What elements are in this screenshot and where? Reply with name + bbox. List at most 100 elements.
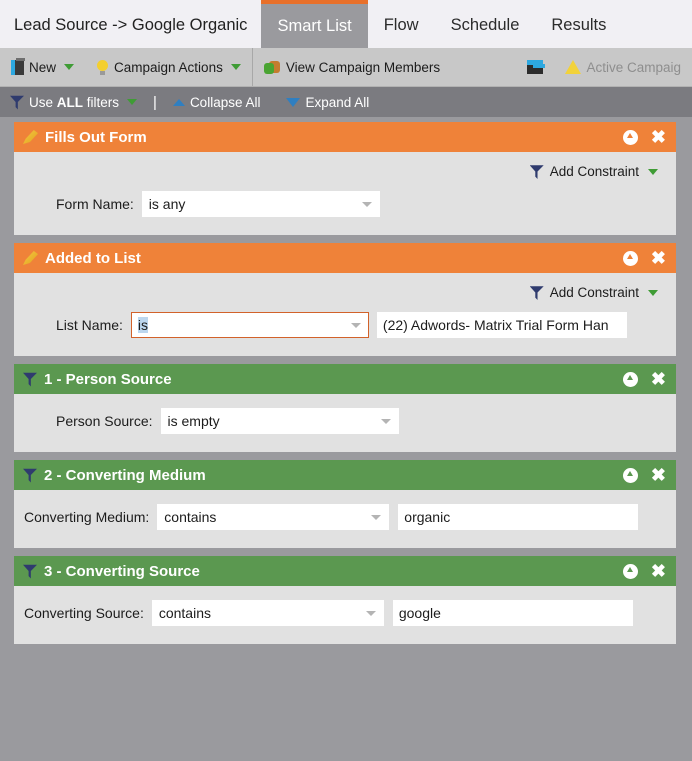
active-campaign-label: Active Campaig — [586, 59, 681, 75]
add-constraint-label: Add Constraint — [549, 285, 639, 300]
field-label: List Name: — [56, 317, 123, 333]
filter-field-row: Converting Source: contains google — [24, 592, 666, 630]
converting-source-value: google — [398, 605, 441, 621]
converting-source-value-field[interactable]: google — [392, 600, 633, 626]
list-name-value-field[interactable]: (22) Adwords- Matrix Trial Form Han — [376, 312, 627, 338]
panel-title: Added to List — [23, 250, 141, 267]
move-up-icon[interactable] — [622, 250, 638, 266]
operator-combobox[interactable]: is empty — [160, 408, 399, 434]
tab-smart-list[interactable]: Smart List — [261, 0, 368, 48]
operator-value: is — [137, 317, 149, 333]
panel-title: 1 - Person Source — [23, 371, 172, 388]
panel-header-actions: ✖ — [622, 370, 666, 388]
close-icon[interactable]: ✖ — [651, 128, 666, 146]
close-icon[interactable]: ✖ — [651, 370, 666, 388]
collapse-all-button[interactable]: Collapse All — [172, 94, 261, 110]
field-label: Converting Medium: — [24, 509, 150, 525]
panel-title-label: 3 - Converting Source — [44, 562, 200, 580]
field-label: Form Name: — [56, 196, 134, 212]
toolbar-divider: | — [153, 93, 157, 111]
add-constraint-row: Add Constraint — [24, 158, 666, 183]
operator-value: is empty — [167, 413, 220, 429]
panel-header-actions: ✖ — [622, 562, 666, 580]
tab-label: Lead Source -> Google Organic — [14, 16, 248, 34]
chevron-down-icon — [648, 168, 658, 175]
filter-panel-fills-out-form: Fills Out Form ✖ Add Constraint Form Nam… — [14, 122, 676, 235]
operator-combobox[interactable]: contains — [151, 600, 384, 626]
add-constraint-button[interactable]: Add Constraint — [529, 164, 658, 179]
funnel-icon — [529, 286, 544, 300]
panel-body: Add Constraint Form Name: is any — [14, 152, 676, 235]
operator-combobox[interactable]: contains — [157, 504, 390, 530]
filter-panel-converting-medium: 2 - Converting Medium ✖ Converting Mediu… — [14, 460, 676, 548]
tab-label: Smart List — [277, 16, 352, 35]
tab-label: Flow — [383, 16, 419, 34]
funnel-icon — [529, 165, 544, 179]
chevron-down-icon — [230, 64, 241, 70]
field-label: Person Source: — [56, 413, 153, 429]
chevron-down-icon — [286, 97, 301, 107]
move-up-icon[interactable] — [622, 129, 638, 145]
add-constraint-button[interactable]: Add Constraint — [529, 285, 658, 300]
filter-toolbar: Use ALL filters | Collapse All Expand Al… — [0, 87, 692, 117]
action-toolbar: New Campaign Actions View Campaign Membe… — [0, 48, 692, 87]
converting-medium-value: organic — [404, 509, 451, 525]
close-icon[interactable]: ✖ — [651, 466, 666, 484]
window-toggle-button[interactable] — [516, 48, 554, 86]
filter-panel-added-to-list: Added to List ✖ Add Constraint List Name… — [14, 243, 676, 356]
collapse-all-label: Collapse All — [189, 94, 261, 110]
chevron-down-icon — [64, 64, 75, 70]
panel-header: Fills Out Form ✖ — [14, 122, 676, 152]
move-up-icon[interactable] — [622, 467, 638, 483]
panel-header-actions: ✖ — [622, 128, 666, 146]
new-label: New — [29, 59, 57, 75]
panel-header-actions: ✖ — [622, 466, 666, 484]
new-button[interactable]: New — [0, 48, 85, 86]
pencil-icon — [23, 251, 38, 265]
tab-results[interactable]: Results — [535, 0, 622, 48]
panel-title: Fills Out Form — [23, 129, 147, 146]
people-icon — [263, 60, 281, 75]
move-up-icon[interactable] — [622, 563, 638, 579]
operator-combobox[interactable]: is any — [141, 191, 380, 217]
tab-flow[interactable]: Flow — [368, 0, 435, 48]
add-constraint-label: Add Constraint — [549, 164, 639, 179]
filter-panel-converting-source: 3 - Converting Source ✖ Converting Sourc… — [14, 556, 676, 644]
operator-value: is any — [148, 196, 186, 212]
funnel-icon — [23, 372, 37, 387]
use-all-filters-button[interactable]: Use ALL filters — [10, 94, 138, 110]
campaign-actions-button[interactable]: Campaign Actions — [85, 48, 253, 86]
close-icon[interactable]: ✖ — [651, 562, 666, 580]
panel-header-actions: ✖ — [622, 249, 666, 267]
panel-header: Added to List ✖ — [14, 243, 676, 273]
chevron-down-icon — [365, 611, 376, 616]
tab-schedule[interactable]: Schedule — [435, 0, 536, 48]
chevron-down-icon — [380, 419, 391, 424]
converting-medium-value-field[interactable]: organic — [398, 504, 639, 530]
panel-title-label: Fills Out Form — [45, 128, 147, 146]
chevron-down-icon — [361, 202, 372, 207]
smart-list-canvas: Fills Out Form ✖ Add Constraint Form Nam… — [0, 117, 692, 644]
expand-all-button[interactable]: Expand All — [286, 95, 369, 110]
tab-campaign-title[interactable]: Lead Source -> Google Organic — [0, 0, 261, 48]
view-campaign-members-button[interactable]: View Campaign Members — [253, 48, 451, 86]
funnel-icon — [23, 564, 37, 579]
panel-body: Person Source: is empty — [14, 394, 676, 452]
panel-title-label: 2 - Converting Medium — [44, 466, 206, 484]
tab-label: Results — [551, 16, 607, 34]
move-up-icon[interactable] — [622, 371, 638, 387]
close-icon[interactable]: ✖ — [651, 249, 666, 267]
panel-title-label: 1 - Person Source — [44, 370, 172, 388]
operator-value: contains — [164, 509, 217, 525]
panel-body: Converting Medium: contains organic — [14, 490, 676, 548]
filter-field-row: List Name: is (22) Adwords- Matrix Trial… — [24, 304, 666, 342]
panel-body: Converting Source: contains google — [14, 586, 676, 644]
add-constraint-row: Add Constraint — [24, 279, 666, 304]
filter-panel-person-source: 1 - Person Source ✖ Person Source: is em… — [14, 364, 676, 452]
operator-combobox[interactable]: is — [130, 312, 369, 338]
use-filters-label: Use ALL filters — [29, 94, 120, 110]
chevron-down-icon — [350, 323, 361, 328]
operator-value: contains — [158, 605, 211, 621]
tab-bar: Lead Source -> Google Organic Smart List… — [0, 0, 692, 48]
panel-title: 3 - Converting Source — [23, 563, 200, 580]
